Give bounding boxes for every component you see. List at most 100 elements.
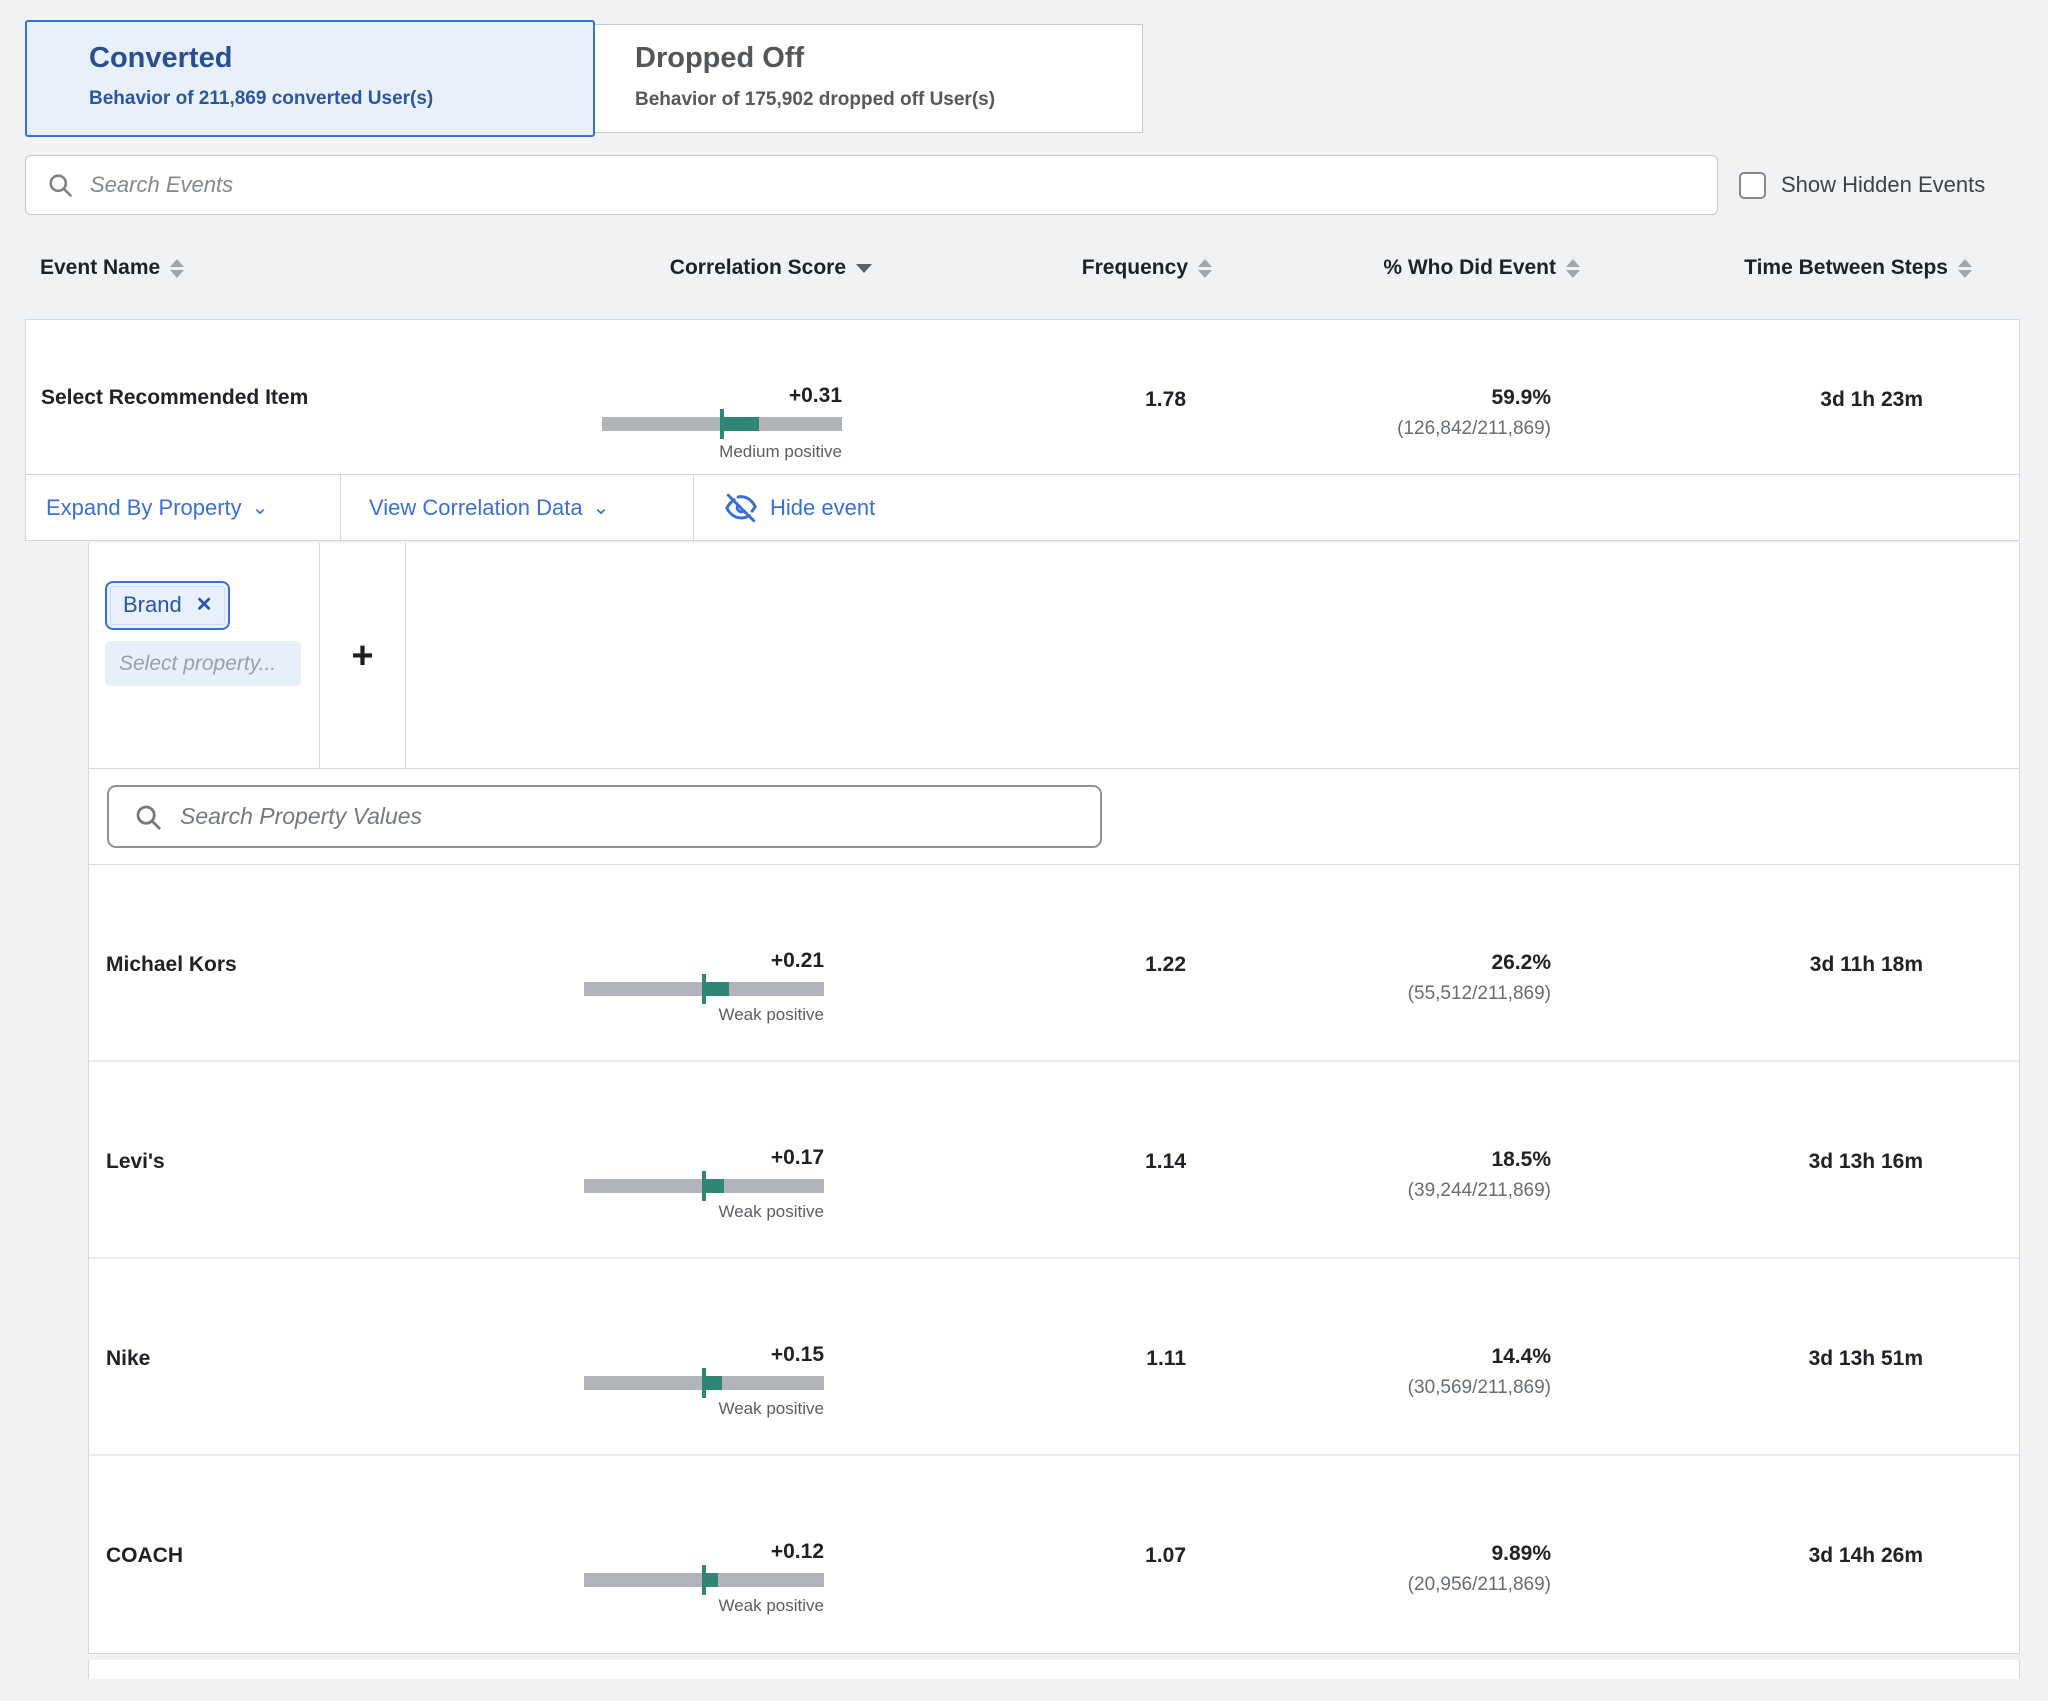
correlation-bar-center-tick	[702, 974, 706, 1004]
search-events-placeholder: Search Events	[90, 172, 233, 198]
table-header-row: Event Name Correlation Score Frequency %…	[0, 256, 2048, 292]
sort-both-icon	[1198, 259, 1212, 278]
correlation-cell: +0.21 Weak positive	[584, 949, 824, 1025]
pct-cell: 9.89% (20,956/211,869)	[1408, 1542, 1551, 1596]
correlation-strength-label: Weak positive	[718, 1202, 824, 1222]
chevron-down-icon: ⌄	[593, 495, 610, 520]
column-header-pct-who-did-event[interactable]: % Who Did Event	[1383, 256, 1580, 280]
column-header-frequency[interactable]: Frequency	[1082, 256, 1212, 280]
pct-cell: 26.2% (55,512/211,869)	[1408, 951, 1551, 1005]
event-name: Select Recommended Item	[41, 386, 308, 410]
time-between-steps-value: 3d 11h 18m	[1810, 953, 1923, 977]
property-selector-panel: Brand ✕ Select property... +	[89, 543, 2019, 769]
time-between-steps-value: 3d 13h 16m	[1809, 1150, 1923, 1174]
column-header-frequency-label: Frequency	[1082, 256, 1188, 280]
event-card: Select Recommended Item +0.31 Medium pos…	[25, 319, 2020, 541]
hide-event-button[interactable]: Hide event	[694, 475, 875, 540]
pct-fraction: (126,842/211,869)	[1397, 418, 1551, 440]
event-action-row: Expand By Property ⌄ View Correlation Da…	[26, 474, 2019, 540]
correlation-bar	[602, 417, 842, 431]
frequency-value: 1.78	[1145, 388, 1186, 412]
tab-dropped-off-title: Dropped Off	[635, 42, 1142, 75]
pct-cell: 14.4% (30,569/211,869)	[1408, 1345, 1551, 1399]
correlation-cell: +0.12 Weak positive	[584, 1540, 824, 1616]
search-icon	[46, 171, 74, 199]
pct-fraction: (55,512/211,869)	[1408, 983, 1551, 1005]
correlation-bar	[584, 1179, 824, 1193]
sort-both-icon	[1566, 259, 1580, 278]
correlation-bar-center-tick	[702, 1171, 706, 1201]
property-value-name: Nike	[106, 1347, 150, 1371]
pct-value: 59.9%	[1491, 386, 1551, 410]
hide-event-label: Hide event	[770, 495, 875, 521]
sort-desc-icon	[856, 264, 872, 273]
search-icon	[133, 802, 163, 832]
event-row[interactable]: Select Recommended Item +0.31 Medium pos…	[26, 320, 2019, 474]
time-between-steps-value: 3d 14h 26m	[1809, 1544, 1923, 1568]
column-header-correlation-score[interactable]: Correlation Score	[670, 256, 872, 280]
correlation-bar-fill	[704, 982, 729, 996]
correlation-bar	[584, 1376, 824, 1390]
correlation-bar-fill	[722, 417, 759, 431]
pct-value: 14.4%	[1491, 1345, 1551, 1369]
remove-property-icon[interactable]: ✕	[196, 595, 213, 615]
property-value-row[interactable]: Nike +0.15 Weak positive 1.11 14.4% (30,…	[89, 1259, 2019, 1456]
search-events-input[interactable]: Search Events	[25, 155, 1718, 215]
funnel-tabs: Converted Behavior of 211,869 converted …	[25, 20, 2048, 137]
select-property-input[interactable]: Select property...	[105, 641, 301, 686]
pct-value: 26.2%	[1491, 951, 1551, 975]
search-property-values-placeholder: Search Property Values	[180, 803, 422, 830]
search-property-values-row: Search Property Values	[89, 769, 2019, 865]
correlation-strength-label: Medium positive	[719, 442, 842, 462]
frequency-value: 1.07	[1145, 1544, 1186, 1568]
add-property-button[interactable]: +	[351, 637, 373, 675]
correlation-bar-fill	[704, 1573, 718, 1587]
property-panel-spacer	[406, 543, 2019, 768]
column-header-event-name[interactable]: Event Name	[40, 256, 184, 280]
search-property-values-input[interactable]: Search Property Values	[107, 785, 1102, 848]
correlation-bar-fill	[704, 1179, 724, 1193]
sort-both-icon	[1958, 259, 1972, 278]
property-value-name: Michael Kors	[106, 953, 237, 977]
correlation-bar-center-tick	[702, 1368, 706, 1398]
correlation-bar-center-tick	[702, 1565, 706, 1595]
add-property-cell: +	[320, 543, 406, 768]
correlation-bar	[584, 982, 824, 996]
show-hidden-events-checkbox[interactable]	[1739, 172, 1766, 199]
correlation-cell: +0.31 Medium positive	[602, 384, 842, 462]
column-header-correlation-score-label: Correlation Score	[670, 256, 846, 280]
property-value-row[interactable]: Levi's +0.17 Weak positive 1.14 18.5% (3…	[89, 1062, 2019, 1259]
column-header-time-between-steps[interactable]: Time Between Steps	[1744, 256, 1972, 280]
pct-value: 9.89%	[1491, 1542, 1551, 1566]
correlation-score-value: +0.17	[771, 1146, 824, 1170]
correlation-strength-label: Weak positive	[718, 1596, 824, 1616]
property-value-name: COACH	[106, 1544, 183, 1568]
frequency-value: 1.14	[1145, 1150, 1186, 1174]
tab-dropped-off[interactable]: Dropped Off Behavior of 175,902 dropped …	[595, 24, 1143, 133]
eye-off-icon	[724, 491, 758, 525]
column-header-event-name-label: Event Name	[40, 256, 160, 280]
property-value-row[interactable]: COACH +0.12 Weak positive 1.07 9.89% (20…	[89, 1456, 2019, 1653]
view-correlation-data-label: View Correlation Data	[369, 495, 583, 521]
pct-cell: 59.9% (126,842/211,869)	[1397, 386, 1551, 440]
pct-value: 18.5%	[1491, 1148, 1551, 1172]
view-correlation-data-button[interactable]: View Correlation Data ⌄	[341, 475, 694, 540]
time-between-steps-value: 3d 1h 23m	[1820, 388, 1923, 412]
expand-by-property-button[interactable]: Expand By Property ⌄	[26, 475, 341, 540]
correlation-bar-center-tick	[720, 409, 724, 439]
correlation-cell: +0.15 Weak positive	[584, 1343, 824, 1419]
next-row-partial	[88, 1660, 2020, 1679]
expanded-property-section: Brand ✕ Select property... + Search Prop…	[88, 543, 2020, 1654]
frequency-value: 1.22	[1145, 953, 1186, 977]
selected-properties-cell: Brand ✕ Select property...	[89, 543, 320, 768]
property-value-row[interactable]: Michael Kors +0.21 Weak positive 1.22 26…	[89, 865, 2019, 1062]
pct-fraction: (39,244/211,869)	[1408, 1180, 1551, 1202]
pct-cell: 18.5% (39,244/211,869)	[1408, 1148, 1551, 1202]
correlation-bar	[584, 1573, 824, 1587]
tab-converted[interactable]: Converted Behavior of 211,869 converted …	[25, 20, 595, 137]
frequency-value: 1.11	[1146, 1347, 1186, 1371]
show-hidden-events-toggle[interactable]: Show Hidden Events	[1739, 172, 1985, 199]
column-header-time-label: Time Between Steps	[1744, 256, 1948, 280]
correlation-cell: +0.17 Weak positive	[584, 1146, 824, 1222]
property-chip-brand[interactable]: Brand ✕	[105, 581, 230, 630]
